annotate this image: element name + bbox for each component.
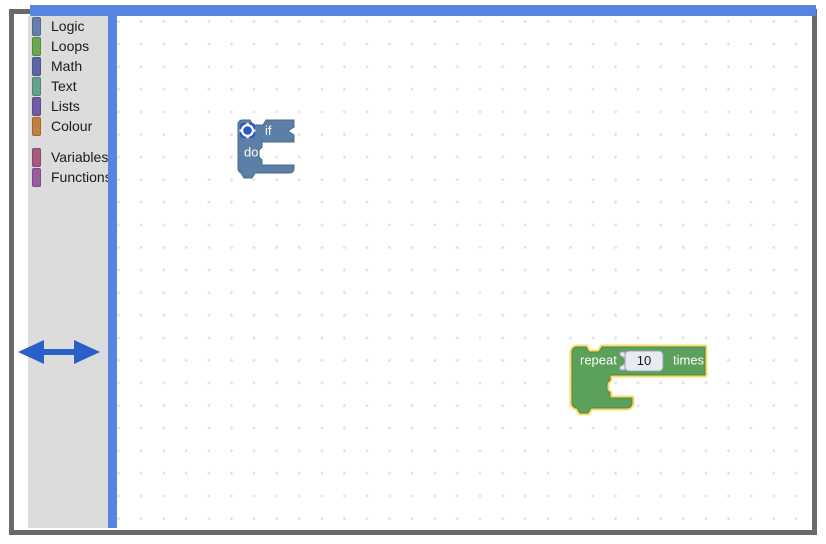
category-color-swatch-loops xyxy=(32,36,41,56)
category-color-swatch-text xyxy=(32,76,41,96)
blockly-workspace[interactable]: if do repeat 10 times xyxy=(117,16,812,528)
category-color-swatch-math xyxy=(32,56,41,76)
sidebar-item-label: Colour xyxy=(51,118,93,134)
if-block[interactable]: if do xyxy=(236,119,316,182)
gear-icon[interactable] xyxy=(239,122,256,139)
arrow-shaft xyxy=(38,349,80,355)
sidebar-item-label: Lists xyxy=(51,98,80,114)
category-color-swatch-colour xyxy=(32,116,41,136)
sidebar-item-lists[interactable]: Lists xyxy=(28,96,108,116)
gear-tooth-e xyxy=(252,129,256,132)
if-block-inner-slot xyxy=(259,142,294,165)
toolbox-separator xyxy=(28,136,108,147)
sidebar-item-colour[interactable]: Colour xyxy=(28,116,108,136)
sidebar-item-label: Functions xyxy=(51,169,112,185)
gear-tooth-s xyxy=(246,135,249,139)
horizontal-resize-cursor xyxy=(18,337,100,367)
repeat-times-label: times xyxy=(673,352,705,367)
toolbox-flyout-divider[interactable] xyxy=(108,16,117,528)
gear-tooth-w xyxy=(239,129,243,132)
category-color-swatch-functions xyxy=(32,167,41,187)
category-color-swatch-lists xyxy=(32,96,41,116)
app-frame: Logic Loops Math Text Lists Colour Varia… xyxy=(0,0,826,544)
block-category-toolbox[interactable]: Logic Loops Math Text Lists Colour Varia… xyxy=(28,16,112,528)
repeat-block-label: repeat xyxy=(580,352,617,367)
sidebar-item-loops[interactable]: Loops xyxy=(28,36,108,56)
sidebar-item-label: Text xyxy=(51,78,77,94)
double-arrow-horizontal-icon xyxy=(18,340,100,364)
sidebar-item-label: Variables xyxy=(51,149,109,165)
gear-tooth-n xyxy=(246,122,249,126)
if-block-label: if xyxy=(265,123,272,138)
sidebar-item-label: Logic xyxy=(51,18,85,34)
category-color-swatch-variables xyxy=(32,147,41,167)
sidebar-item-math[interactable]: Math xyxy=(28,56,108,76)
sidebar-item-logic[interactable]: Logic xyxy=(28,16,108,36)
sidebar-item-variables[interactable]: Variables xyxy=(28,147,108,167)
gear-icon-center xyxy=(245,128,250,133)
sidebar-item-functions[interactable]: Functions xyxy=(28,167,112,187)
repeat-times-block[interactable]: repeat 10 times xyxy=(569,344,720,416)
sidebar-item-label: Loops xyxy=(51,38,90,54)
if-block-do-label: do xyxy=(244,144,258,159)
sidebar-item-label: Math xyxy=(51,58,83,74)
repeat-count-field[interactable]: 10 xyxy=(637,353,651,368)
top-scrollbar[interactable] xyxy=(30,5,816,16)
sidebar-item-text[interactable]: Text xyxy=(28,76,108,96)
category-color-swatch-logic xyxy=(32,16,41,36)
